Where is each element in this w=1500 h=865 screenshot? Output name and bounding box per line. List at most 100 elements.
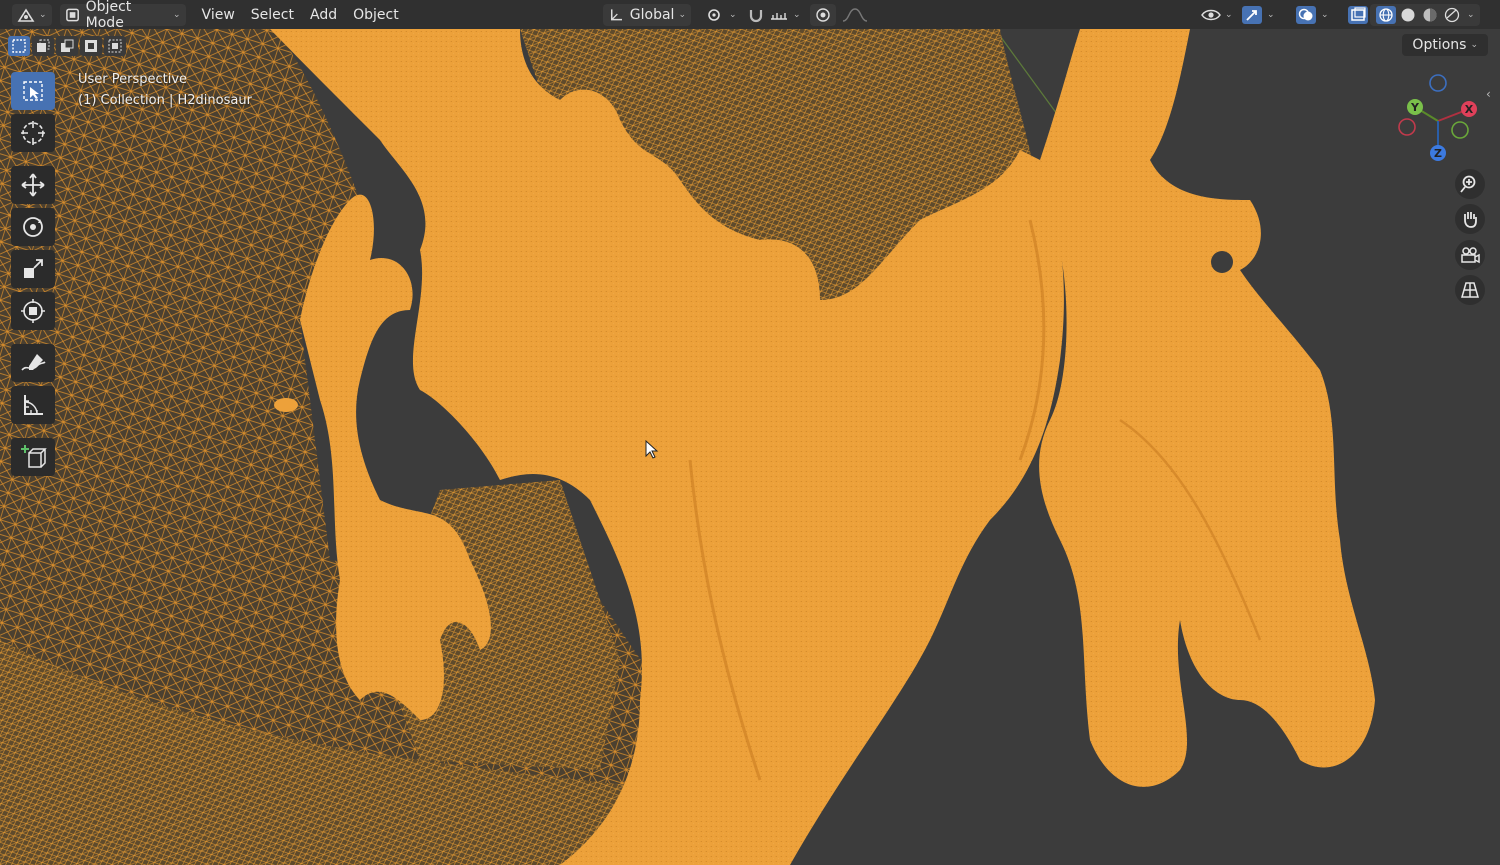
material-shading-icon[interactable] [1419, 5, 1441, 25]
falloff-curve-icon [842, 7, 868, 22]
3d-viewport[interactable]: Options ⌄ User Perspective (1) Collectio… [0, 29, 1500, 865]
tool-annotate[interactable] [11, 344, 55, 382]
chevron-down-icon: ⌄ [1470, 40, 1478, 50]
select-box-icon [23, 81, 43, 101]
zoom-button[interactable] [1455, 169, 1485, 199]
viewport-info: User Perspective (1) Collection | H2dino… [78, 69, 252, 111]
selection-mode-group [8, 35, 126, 57]
select-subtract-icon [61, 39, 74, 52]
add-cube-icon [21, 445, 47, 468]
tool-shelf [11, 72, 57, 476]
snap-increment-icon [771, 12, 787, 20]
tool-transform[interactable] [11, 292, 55, 330]
sidebar-toggle-arrow[interactable]: ‹ [1486, 87, 1491, 101]
perspective-label: User Perspective [78, 72, 188, 87]
mesh-fragment [274, 398, 298, 412]
chevron-down-icon: ⌄ [793, 9, 801, 20]
menu-select[interactable]: Select [243, 4, 302, 26]
options-dropdown[interactable]: Options ⌄ [1402, 34, 1488, 56]
editor-type-icon [17, 8, 35, 22]
chevron-down-icon: ⌄ [1267, 9, 1275, 20]
transform-orientation-dropdown[interactable]: Global ⌄ [603, 3, 691, 26]
overlays-toggle[interactable]: ⌄ [1290, 4, 1334, 26]
select-new-icon [12, 39, 26, 53]
mesh-leg [1039, 29, 1375, 787]
pivot-icon [708, 8, 720, 21]
select-extend-button[interactable] [32, 36, 54, 56]
eye-icon [1201, 9, 1221, 20]
select-invert-button[interactable] [80, 36, 102, 56]
gizmo-z-label: Z [1434, 147, 1442, 160]
camera-icon [1461, 247, 1480, 264]
chevron-down-icon: ⌄ [1225, 9, 1233, 20]
tool-move[interactable] [11, 166, 55, 204]
gizmo-neg-z[interactable] [1429, 74, 1447, 92]
tool-measure[interactable] [11, 386, 55, 424]
gizmo-neg-y[interactable] [1451, 121, 1469, 139]
menu-object[interactable]: Object [345, 4, 407, 26]
pivot-point-button[interactable]: ⌄ [700, 4, 742, 26]
axis-orientation-icon [610, 8, 622, 20]
orientation-label: Global [629, 6, 675, 23]
tool-cursor[interactable] [11, 114, 55, 152]
gizmo-neg-x[interactable] [1398, 118, 1416, 136]
chevron-down-icon: ⌄ [173, 9, 181, 20]
snap-target-dropdown[interactable]: ⌄ [764, 4, 806, 26]
hand-icon [1464, 212, 1477, 228]
zoom-icon [1460, 175, 1476, 193]
gizmo-toggle[interactable]: ⌄ [1236, 4, 1280, 26]
select-intersect-icon [108, 39, 122, 53]
visibility-dropdown[interactable]: ⌄ [1196, 4, 1238, 26]
proportional-edit-toggle[interactable] [810, 3, 836, 26]
object-mode-icon [65, 8, 79, 21]
proportional-falloff-dropdown[interactable] [836, 4, 874, 26]
chevron-down-icon: ⌄ [678, 9, 686, 20]
select-extend-icon [37, 39, 50, 52]
editor-type-button[interactable]: ⌄ [12, 3, 52, 26]
proportional-edit-icon [816, 7, 830, 22]
chevron-down-icon: ⌄ [39, 9, 47, 20]
menu-add[interactable]: Add [302, 4, 345, 26]
rotate-icon [23, 217, 43, 237]
overlays-icon [1296, 5, 1316, 24]
navigation-gizmo[interactable]: X Y Z [1392, 71, 1488, 167]
toggle-projection-button[interactable] [1455, 275, 1485, 305]
select-invert-icon [85, 40, 97, 52]
select-intersect-button[interactable] [104, 36, 126, 56]
collection-label: (1) Collection | H2dinosaur [78, 93, 252, 108]
tool-add-cube[interactable] [11, 438, 55, 476]
viewport-header: ⌄ Object Mode ⌄ View Select Add Object G… [0, 0, 1500, 31]
camera-view-button[interactable] [1455, 240, 1485, 270]
scale-icon [24, 259, 43, 278]
chevron-down-icon: ⌄ [1467, 9, 1475, 20]
perspective-grid-icon [1461, 282, 1479, 298]
select-new-button[interactable] [8, 36, 30, 56]
cursor-icon [21, 121, 45, 145]
xray-icon [1348, 5, 1368, 24]
wireframe-shading-icon[interactable] [1375, 5, 1397, 25]
solid-shading-icon[interactable] [1397, 5, 1419, 25]
magnet-icon [749, 9, 763, 22]
pan-button[interactable] [1455, 204, 1485, 234]
mode-label: Object Mode [85, 0, 132, 31]
chevron-down-icon: ⌄ [1321, 9, 1329, 20]
tool-rotate[interactable] [11, 208, 55, 246]
tool-scale[interactable] [11, 250, 55, 288]
tool-select-box[interactable] [11, 72, 55, 110]
shading-mode-group: ⌄ [1370, 3, 1480, 26]
mouse-pointer-icon [645, 440, 659, 459]
chevron-down-icon: ⌄ [729, 9, 737, 20]
select-subtract-button[interactable] [56, 36, 78, 56]
gizmo-icon [1242, 5, 1262, 24]
rendered-shading-icon[interactable] [1441, 5, 1463, 25]
annotate-icon [21, 354, 46, 371]
gizmo-y-label: Y [1410, 101, 1420, 114]
measure-icon [24, 395, 43, 415]
menu-view[interactable]: View [194, 4, 243, 26]
gizmo-x-label: X [1465, 103, 1474, 116]
leg-hole [1211, 251, 1233, 273]
transform-icon [21, 299, 45, 323]
mode-dropdown[interactable]: Object Mode ⌄ [59, 0, 186, 31]
viewport-scene [0, 29, 1375, 865]
move-icon [21, 173, 45, 197]
